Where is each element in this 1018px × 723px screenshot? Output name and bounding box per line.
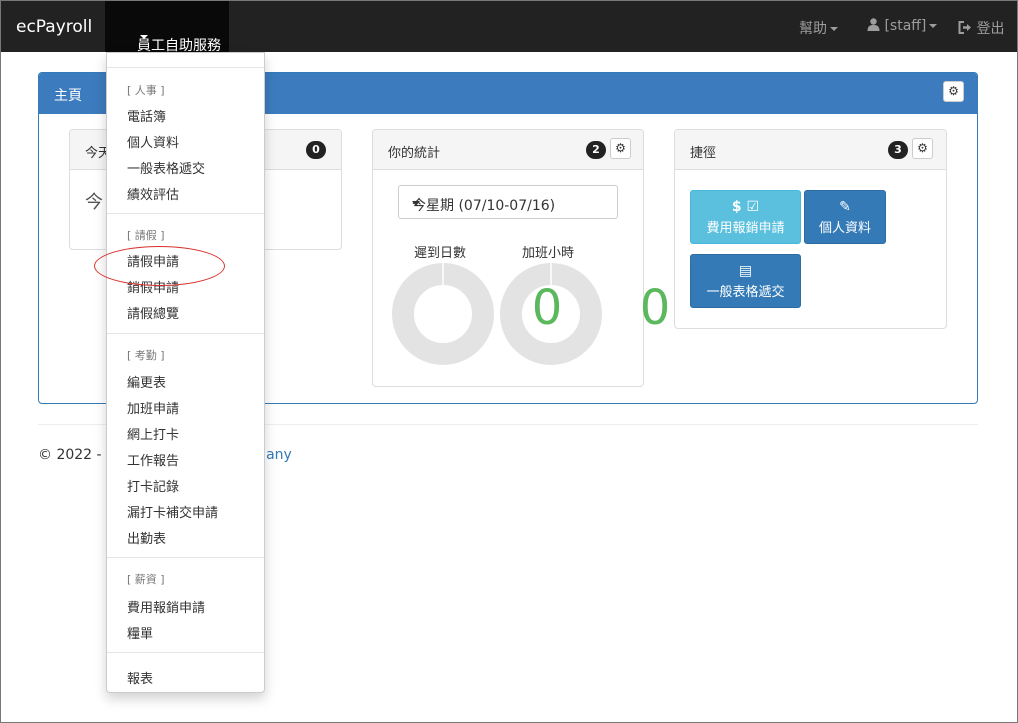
dropdown-header-hr: [ 人事 ] <box>127 84 165 97</box>
shortcut-form-submit-label: 一般表格遞交 <box>706 285 785 300</box>
nav-user-label: [staff] <box>884 18 927 34</box>
widget-stats: 你的統計 2 ⚙ 今星期 (07/10-07/16) 遲到日數 加班小時 0 0 <box>372 129 670 387</box>
nav-help-label: 幫助 <box>799 21 827 37</box>
caret-down-icon <box>412 201 420 206</box>
menu-item-missed-clock-application[interactable]: 漏打卡補交申請 <box>127 502 218 521</box>
form-icon: ▤ <box>738 263 753 279</box>
shortcut-expense-claim-button[interactable]: $ ☑ 費用報銷申請 <box>690 190 801 244</box>
widget-shortcuts-settings-button[interactable]: ⚙ <box>912 138 933 159</box>
brand-logo[interactable]: ecPayroll <box>16 17 92 37</box>
period-select[interactable]: 今星期 (07/10-07/16) <box>398 185 618 219</box>
logout-icon <box>958 21 971 34</box>
footer-copyright: © 2022 - F <box>38 447 115 463</box>
shortcut-personal-info-label: 個人資料 <box>818 221 871 236</box>
menu-item-roster[interactable]: 編更表 <box>127 372 166 391</box>
caret-down-icon <box>140 35 148 39</box>
home-panel-title: 主頁 <box>54 88 82 104</box>
menu-item-performance-review[interactable]: 績效評估 <box>127 184 179 203</box>
widget-today-badge: 0 <box>306 141 326 159</box>
nav-logout[interactable]: 登出 <box>958 18 1004 38</box>
menu-item-overtime-application[interactable]: 加班申請 <box>127 398 179 417</box>
dropdown-divider <box>107 652 264 653</box>
widget-today-text: 今 <box>85 192 103 213</box>
footer-company-link[interactable]: any <box>266 447 292 463</box>
widget-stats-badge: 2 <box>586 141 606 159</box>
nav-user-menu[interactable]: [staff] <box>867 18 938 34</box>
period-select-value: 今星期 (07/10-07/16) <box>412 198 556 214</box>
widget-stats-title: 你的統計 <box>388 146 441 161</box>
widget-stats-heading: 你的統計 2 ⚙ <box>373 130 643 170</box>
dropdown-header-payroll: [ 薪資 ] <box>127 573 165 586</box>
menu-item-phonebook[interactable]: 電話簿 <box>127 106 166 125</box>
shortcut-personal-info-button[interactable]: ✎ 個人資料 <box>804 190 886 244</box>
nav-logout-label: 登出 <box>976 21 1005 37</box>
user-icon <box>867 18 880 31</box>
dropdown-divider <box>107 333 264 334</box>
nav-menu-employee-self-service[interactable]: 員工自助服務 <box>105 1 229 54</box>
menu-item-clock-records[interactable]: 打卡記錄 <box>127 476 179 495</box>
dropdown-divider <box>107 557 264 558</box>
stat-label-overtime-hours: 加班小時 <box>522 246 575 261</box>
menu-item-attendance-sheet[interactable]: 出勤表 <box>127 528 166 547</box>
dropdown-divider <box>107 67 264 68</box>
highlight-ellipse <box>94 246 225 286</box>
widget-stats-settings-button[interactable]: ⚙ <box>610 138 631 159</box>
top-navbar: ecPayroll 員工自助服務 幫助 [staff] 登出 <box>1 1 1017 54</box>
dollar-edit-icon: $ ☑ <box>731 199 760 215</box>
menu-item-form-submit[interactable]: 一般表格遞交 <box>127 158 205 177</box>
panel-settings-button[interactable]: ⚙ <box>943 81 964 102</box>
menu-item-reports[interactable]: 報表 <box>127 668 153 687</box>
shortcut-form-submit-button[interactable]: ▤ 一般表格遞交 <box>690 254 801 308</box>
gauge-overtime-hours: 0 <box>499 262 670 366</box>
caret-down-icon <box>830 27 838 31</box>
widget-shortcuts-title: 捷徑 <box>690 146 717 161</box>
caret-down-icon <box>929 24 938 28</box>
gear-icon: ⚙ <box>948 84 959 98</box>
widget-shortcuts-badge: 3 <box>888 141 908 159</box>
widget-shortcuts: 捷徑 3 ⚙ $ ☑ 費用報銷申請 ✎ 個人資料 ▤ 一般表格遞交 <box>674 129 947 329</box>
menu-item-personal-info[interactable]: 個人資料 <box>127 132 179 151</box>
gear-icon: ⚙ <box>917 141 928 155</box>
menu-item-payslip[interactable]: 糧單 <box>127 623 153 642</box>
employee-self-service-dropdown: [ 人事 ] 電話簿 個人資料 一般表格遞交 績效評估 [ 請假 ] 請假申請 … <box>106 52 265 693</box>
dropdown-divider <box>107 213 264 214</box>
menu-item-online-clock-in[interactable]: 網上打卡 <box>127 424 179 443</box>
menu-item-work-report[interactable]: 工作報告 <box>127 450 179 469</box>
pencil-icon: ✎ <box>839 199 851 215</box>
menu-item-leave-overview[interactable]: 請假總覽 <box>127 303 179 322</box>
gauge-late-days: 0 <box>391 262 562 366</box>
widget-shortcuts-heading: 捷徑 3 ⚙ <box>675 130 946 170</box>
dropdown-header-leave: [ 請假 ] <box>127 229 165 242</box>
shortcut-expense-claim-label: 費用報銷申請 <box>706 221 785 236</box>
stat-label-late-days: 遲到日數 <box>414 246 467 261</box>
dropdown-header-attendance: [ 考勤 ] <box>127 349 165 362</box>
nav-help[interactable]: 幫助 <box>799 18 838 38</box>
gear-icon: ⚙ <box>615 141 626 155</box>
menu-item-expense-claim[interactable]: 費用報銷申請 <box>127 597 205 616</box>
